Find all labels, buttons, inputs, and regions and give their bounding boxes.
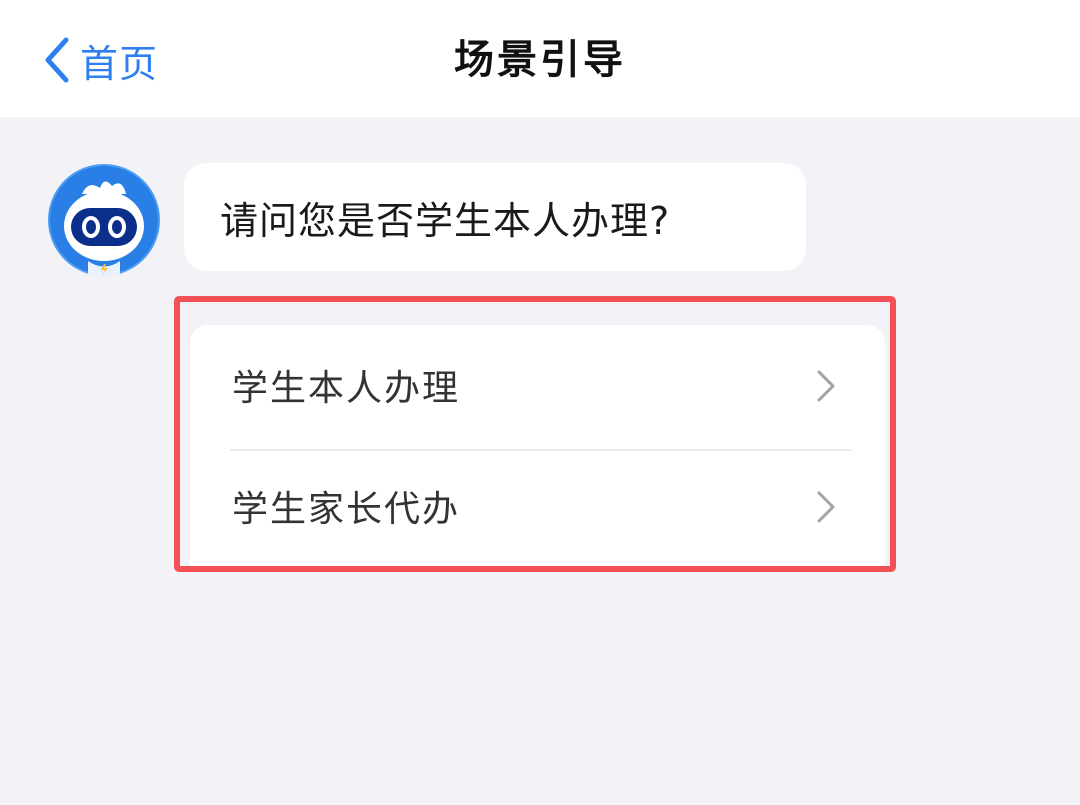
option-label: 学生本人办理: [232, 368, 461, 409]
chevron-right-icon: [816, 369, 836, 407]
robot-avatar-icon: [48, 164, 160, 276]
option-list: 学生本人办理 学生家长代办: [190, 325, 885, 566]
option-label: 学生家长代办: [232, 489, 461, 530]
option-parent-proxy[interactable]: 学生家长代办: [190, 446, 885, 566]
question-text: 请问您是否学生本人办理?: [220, 198, 671, 243]
page-title: 场景引导: [454, 37, 626, 83]
navigation-bar: 首页 场景引导: [0, 0, 1080, 117]
chevron-right-icon: [816, 490, 836, 528]
question-bubble: 请问您是否学生本人办理?: [184, 163, 806, 271]
option-student-self[interactable]: 学生本人办理: [190, 325, 885, 445]
